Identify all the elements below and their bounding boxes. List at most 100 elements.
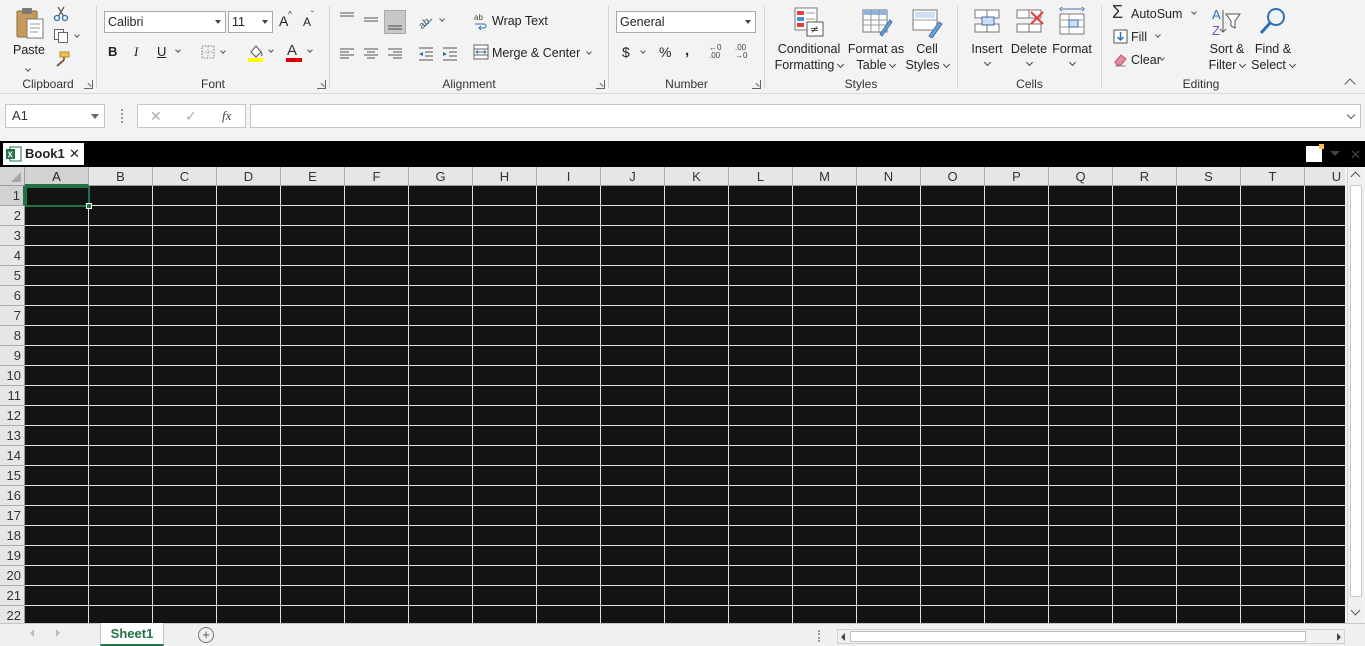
column-header-c[interactable]: C [153,167,217,186]
cancel-icon[interactable]: ✕ [150,108,162,125]
autosum-button[interactable]: Σ AutoSum [1112,2,1204,23]
collapse-ribbon-icon[interactable] [1344,78,1356,90]
align-center-icon[interactable] [362,45,380,63]
column-header-f[interactable]: F [345,167,409,186]
row-header-8[interactable]: 8 [0,326,25,346]
scroll-down-icon[interactable] [1350,605,1361,616]
row-header-3[interactable]: 3 [0,226,25,246]
align-left-icon[interactable] [338,45,356,63]
tab-splitter[interactable] [818,630,820,642]
column-header-r[interactable]: R [1113,167,1177,186]
insert-function-icon[interactable]: fx [222,108,231,124]
horizontal-scroll-thumb[interactable] [850,631,1306,642]
copy-dropdown-icon[interactable] [74,32,80,38]
column-header-k[interactable]: K [665,167,729,186]
column-header-u[interactable]: U [1305,167,1345,186]
row-header-7[interactable]: 7 [0,306,25,326]
cut-button[interactable] [53,6,71,22]
increase-decimal-button[interactable]: ←0 .00 [709,44,731,62]
find-select-button[interactable]: Find & Select [1250,4,1296,74]
align-right-icon[interactable] [386,45,404,63]
column-header-d[interactable]: D [217,167,281,186]
cell-styles-button[interactable]: Cell Styles [905,4,950,74]
italic-button[interactable]: I [134,44,148,62]
clipboard-launcher-icon[interactable] [84,80,93,89]
paste-dropdown-icon[interactable] [25,60,31,74]
new-sheet-button[interactable]: + [198,627,214,643]
format-painter-button[interactable] [53,50,71,68]
column-header-b[interactable]: B [89,167,153,186]
column-header-i[interactable]: I [537,167,601,186]
formula-input[interactable] [250,104,1361,128]
row-header-1[interactable]: 1 [0,186,25,206]
spreadsheet-grid[interactable]: ABCDEFGHIJKLMNOPQRSTU 1 2 3 4 5 6 7 8 9 10 11 12 13 1… [0,167,1345,623]
sort-filter-button[interactable]: AZ Sort & Filter [1204,4,1250,74]
horizontal-scrollbar[interactable] [837,629,1345,644]
scroll-left-icon[interactable] [841,633,845,641]
format-as-table-button[interactable]: Format as Table [847,4,905,74]
font-launcher-icon[interactable] [317,80,326,89]
column-header-l[interactable]: L [729,167,793,186]
column-header-t[interactable]: T [1241,167,1305,186]
row-header-15[interactable]: 15 [0,466,25,486]
column-header-s[interactable]: S [1177,167,1241,186]
row-header-11[interactable]: 11 [0,386,25,406]
alignment-launcher-icon[interactable] [596,80,605,89]
grow-font-button[interactable]: A ^ [279,10,297,31]
formula-bar-splitter[interactable] [121,109,123,123]
font-color-button[interactable]: A [286,42,316,63]
orientation-button[interactable]: ab [416,12,448,32]
column-header-g[interactable]: G [409,167,473,186]
previous-sheet-icon[interactable] [30,629,34,637]
row-header-20[interactable]: 20 [0,566,25,586]
vertical-scrollbar[interactable] [1347,167,1364,623]
column-header-h[interactable]: H [473,167,537,186]
scroll-up-icon[interactable] [1350,171,1361,182]
fill-handle[interactable] [86,203,92,209]
shrink-font-button[interactable]: Aˇ [303,10,321,33]
column-header-o[interactable]: O [921,167,985,186]
row-header-4[interactable]: 4 [0,246,25,266]
name-box[interactable]: A1 [5,104,105,128]
column-header-a[interactable]: A [25,167,89,186]
insert-button[interactable]: Insert [966,4,1008,74]
column-header-p[interactable]: P [985,167,1049,186]
merge-center-button[interactable]: Merge & Center [473,43,597,63]
accounting-format-button[interactable]: $ [622,44,652,62]
increase-indent-icon[interactable] [441,45,459,63]
column-header-m[interactable]: M [793,167,857,186]
new-window-icon[interactable] [1306,144,1324,162]
paste-button[interactable]: Paste [8,4,50,72]
row-header-16[interactable]: 16 [0,486,25,506]
underline-button[interactable]: U [157,44,187,62]
vertical-scroll-thumb[interactable] [1350,185,1362,597]
row-header-19[interactable]: 19 [0,546,25,566]
row-header-6[interactable]: 6 [0,286,25,306]
row-header-9[interactable]: 9 [0,346,25,366]
expand-formula-bar-icon[interactable] [1346,110,1356,120]
percent-style-button[interactable]: % [659,44,675,62]
font-size-select[interactable]: 11 [228,11,273,33]
column-header-n[interactable]: N [857,167,921,186]
row-header-18[interactable]: 18 [0,526,25,546]
row-header-17[interactable]: 17 [0,506,25,526]
row-header-12[interactable]: 12 [0,406,25,426]
fill-color-button[interactable] [247,43,277,63]
select-all-button[interactable] [0,167,25,186]
comma-style-button[interactable]: , [685,42,695,60]
row-header-14[interactable]: 14 [0,446,25,466]
delete-button[interactable]: Delete [1008,4,1050,74]
next-sheet-icon[interactable] [56,629,60,637]
row-header-2[interactable]: 2 [0,206,25,226]
workbook-tab[interactable]: X Book1 ✕ [3,143,84,165]
sheet-tab-sheet1[interactable]: Sheet1 [100,623,164,646]
number-format-select[interactable]: General [616,11,756,33]
row-header-5[interactable]: 5 [0,266,25,286]
close-icon[interactable]: ✕ [69,143,80,165]
clear-button[interactable]: Clear [1112,51,1174,69]
column-header-e[interactable]: E [281,167,345,186]
close-workbook-window-icon[interactable]: ✕ [1350,147,1361,163]
decrease-indent-icon[interactable] [417,45,435,63]
column-header-j[interactable]: J [601,167,665,186]
wrap-text-button[interactable]: ab Wrap Text [473,12,557,32]
